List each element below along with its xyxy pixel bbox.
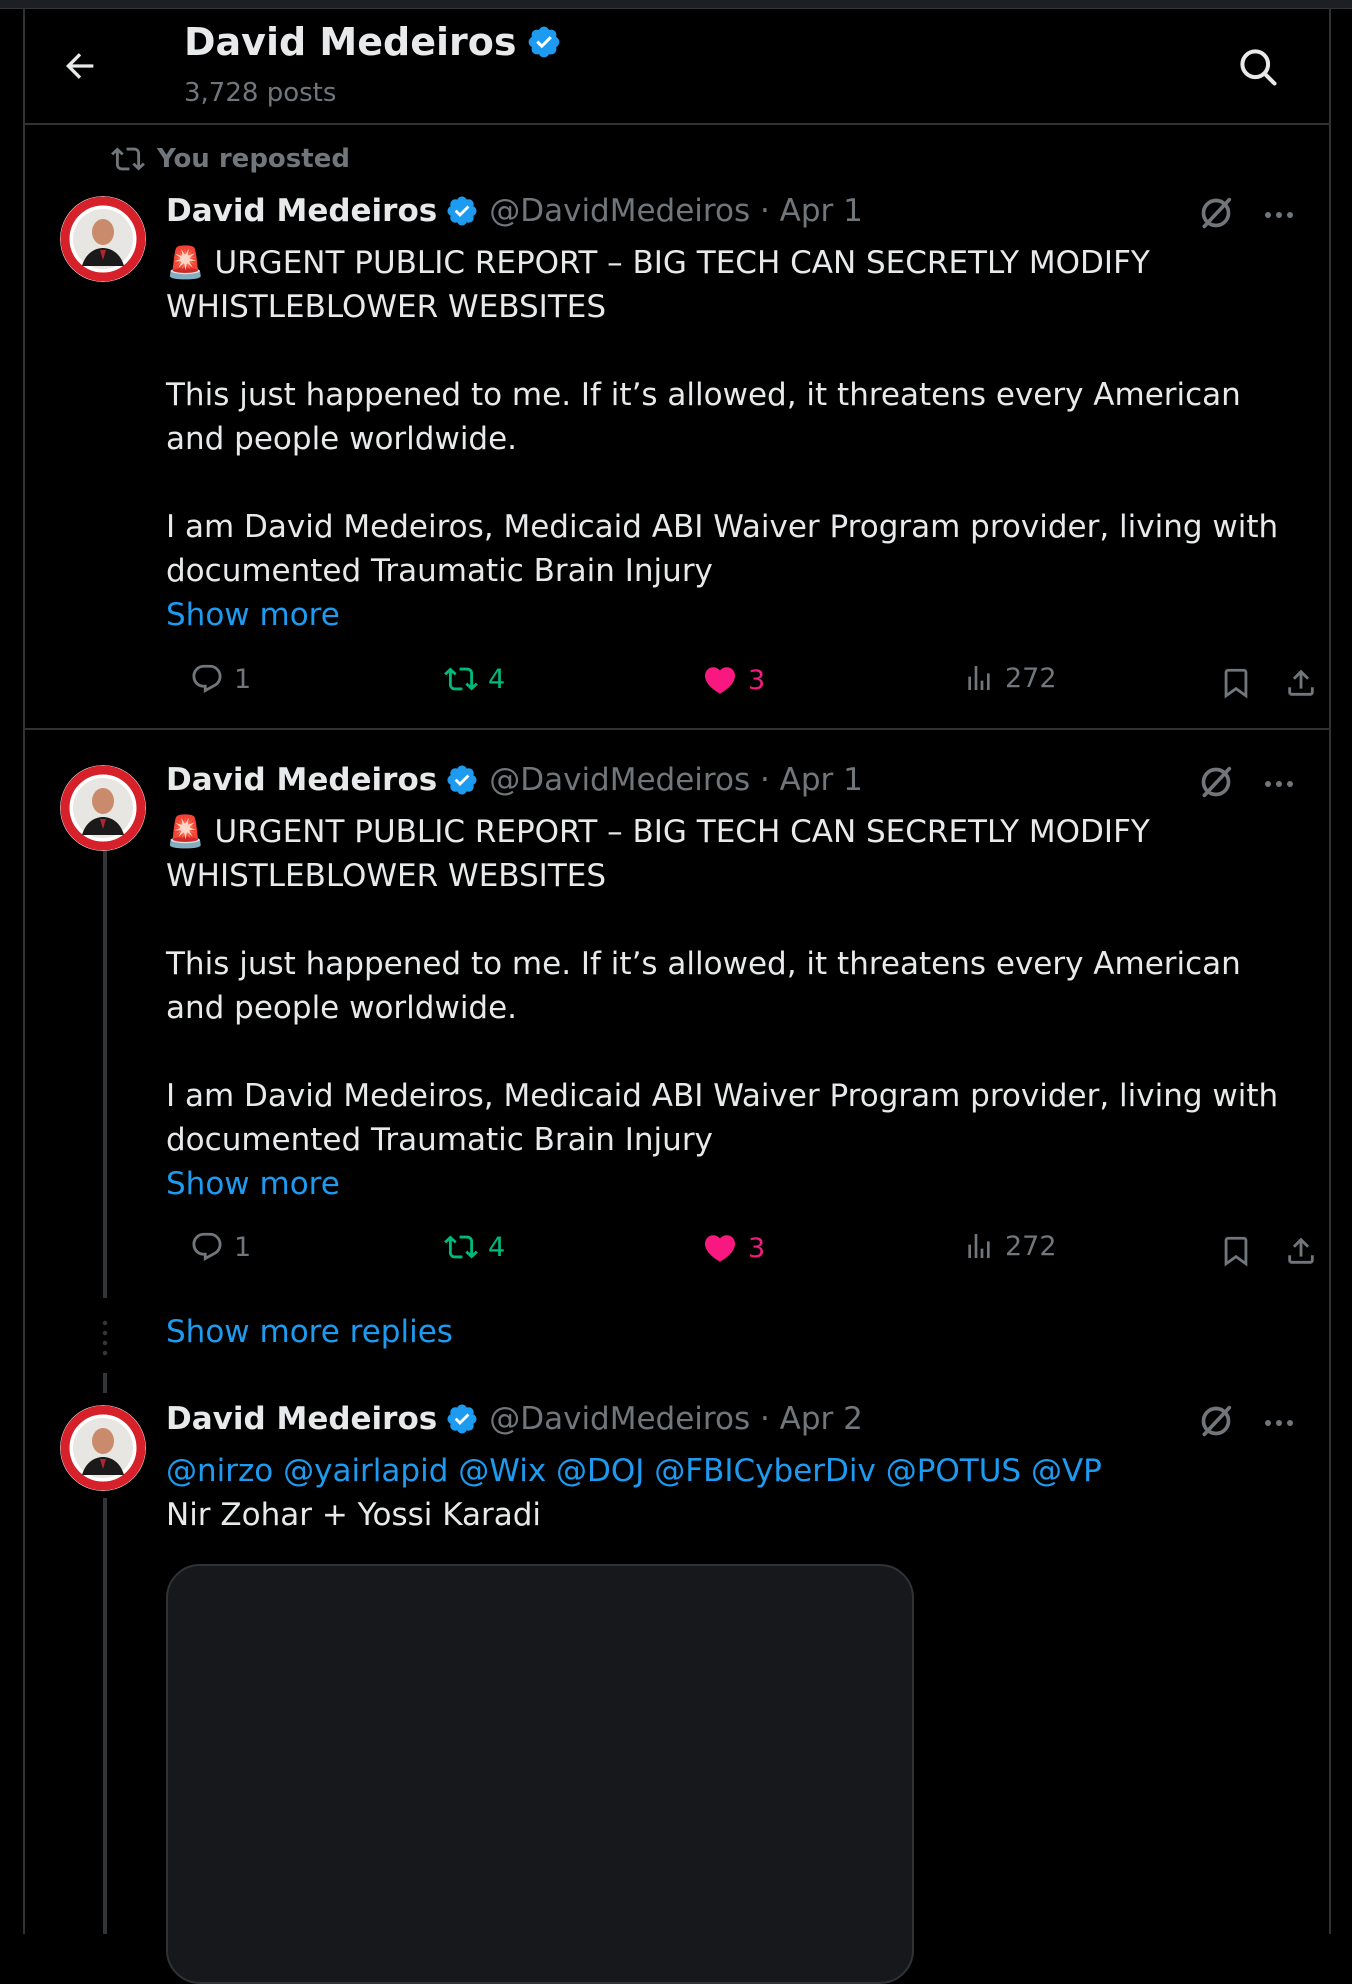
timeline-column: David Medeiros 3,728 posts You reposted xyxy=(23,8,1331,1984)
repost-count: 4 xyxy=(488,663,506,695)
author-name[interactable]: David Medeiros xyxy=(166,762,437,798)
views-count: 272 xyxy=(1005,1230,1057,1262)
avatar-image xyxy=(60,765,146,851)
like-button[interactable]: 3 xyxy=(702,1230,765,1266)
post-paragraph-2: This just happened to me. If it’s allowe… xyxy=(166,946,1241,1026)
more-options-icon[interactable] xyxy=(1259,203,1299,227)
verified-badge-icon xyxy=(529,26,560,58)
post-text: 🚨 URGENT PUBLIC REPORT – BIG TECH CAN SE… xyxy=(166,810,1286,1206)
post-body: Nir Zohar + Yossi Karadi xyxy=(166,1497,542,1533)
profile-title: David Medeiros xyxy=(184,20,562,64)
post-actions: 1 4 3 272 xyxy=(166,662,1314,706)
profile-name: David Medeiros xyxy=(184,20,517,64)
show-more-replies-link[interactable]: Show more replies xyxy=(166,1314,453,1350)
post-text: @nirzo @yairlapid @Wix @DOJ @FBICyberDiv… xyxy=(166,1449,1286,1537)
reply-count: 1 xyxy=(234,1231,252,1263)
author-name[interactable]: David Medeiros xyxy=(166,1401,437,1437)
post-headline-1: 🚨 URGENT PUBLIC REPORT – BIG TECH CAN SE… xyxy=(166,814,1150,850)
post-1[interactable]: David Medeiros @DavidMedeiros · Apr 1 🚨 … xyxy=(25,123,1329,730)
show-more-link[interactable]: Show more xyxy=(166,1162,1286,1206)
share-icon[interactable] xyxy=(1284,666,1318,700)
bookmark-icon[interactable] xyxy=(1219,1234,1253,1268)
post-actions: 1 4 3 272 xyxy=(166,1230,1314,1274)
thread-connector-lower xyxy=(103,1373,107,1393)
grok-icon[interactable] xyxy=(1196,193,1236,233)
avatar-image xyxy=(60,196,146,282)
repost-button[interactable]: 4 xyxy=(444,1230,505,1264)
reply-button[interactable]: 1 xyxy=(190,662,251,696)
more-options-icon[interactable] xyxy=(1259,772,1299,796)
bookmark-icon[interactable] xyxy=(1219,666,1253,700)
repost-count: 4 xyxy=(488,1231,506,1263)
more-options-icon[interactable] xyxy=(1259,1411,1299,1435)
repost-button[interactable]: 4 xyxy=(444,662,505,696)
reply-icon xyxy=(192,1232,222,1261)
post-author-row: David Medeiros @DavidMedeiros · Apr 1 xyxy=(166,762,863,798)
thread-dots xyxy=(102,1318,108,1358)
post-headline-2: WHISTLEBLOWER WEBSITES xyxy=(166,858,607,894)
post-2[interactable]: David Medeiros @DavidMedeiros · Apr 1 🚨 … xyxy=(25,730,1329,1290)
thread-connector-bottom xyxy=(103,1498,107,1934)
reply-icon xyxy=(192,664,222,693)
show-more-link[interactable]: Show more xyxy=(166,593,1286,637)
author-name[interactable]: David Medeiros xyxy=(166,193,437,229)
post-paragraph-3: I am David Medeiros, Medicaid ABI Waiver… xyxy=(166,1078,1279,1158)
search-icon[interactable] xyxy=(1236,45,1280,89)
post-headline-2: WHISTLEBLOWER WEBSITES xyxy=(166,289,607,325)
profile-header: David Medeiros 3,728 posts xyxy=(25,8,1329,125)
verified-badge-icon xyxy=(447,1404,477,1434)
post-paragraph-3: I am David Medeiros, Medicaid ABI Waiver… xyxy=(166,509,1279,589)
avatar[interactable] xyxy=(60,1405,146,1491)
like-count: 3 xyxy=(748,664,766,696)
back-arrow-icon[interactable] xyxy=(60,46,100,86)
share-icon[interactable] xyxy=(1284,1234,1318,1268)
post-author-row: David Medeiros @DavidMedeiros · Apr 1 xyxy=(166,193,863,229)
author-handle-date[interactable]: @DavidMedeiros · Apr 1 xyxy=(489,762,863,798)
grok-icon[interactable] xyxy=(1196,762,1236,802)
repost-icon xyxy=(444,667,478,691)
avatar[interactable] xyxy=(60,765,146,851)
views-button[interactable]: 272 xyxy=(963,1230,1057,1262)
verified-badge-icon xyxy=(447,196,477,226)
heart-icon xyxy=(704,1235,736,1262)
post-media[interactable] xyxy=(166,1564,914,1984)
reply-button[interactable]: 1 xyxy=(190,1230,251,1264)
views-button[interactable]: 272 xyxy=(963,662,1057,694)
author-handle-date[interactable]: @DavidMedeiros · Apr 1 xyxy=(489,193,863,229)
like-count: 3 xyxy=(748,1232,766,1264)
reply-count: 1 xyxy=(234,663,252,695)
post-mentions[interactable]: @nirzo @yairlapid @Wix @DOJ @FBICyberDiv… xyxy=(166,1449,1286,1493)
like-button[interactable]: 3 xyxy=(702,662,765,698)
avatar-image xyxy=(60,1405,146,1491)
post-text: 🚨 URGENT PUBLIC REPORT – BIG TECH CAN SE… xyxy=(166,241,1286,637)
author-handle-date[interactable]: @DavidMedeiros · Apr 2 xyxy=(489,1401,863,1437)
verified-badge-icon xyxy=(447,765,477,795)
post-count: 3,728 posts xyxy=(184,78,337,108)
post-3[interactable]: David Medeiros @DavidMedeiros · Apr 2 @n… xyxy=(25,1393,1329,1984)
post-paragraph-2: This just happened to me. If it’s allowe… xyxy=(166,377,1241,457)
heart-icon xyxy=(704,667,736,694)
views-icon xyxy=(968,1234,990,1258)
avatar[interactable] xyxy=(60,196,146,282)
views-icon xyxy=(968,666,990,690)
post-headline-1: 🚨 URGENT PUBLIC REPORT – BIG TECH CAN SE… xyxy=(166,245,1150,281)
grok-icon[interactable] xyxy=(1196,1401,1236,1441)
post-author-row: David Medeiros @DavidMedeiros · Apr 2 xyxy=(166,1401,863,1437)
views-count: 272 xyxy=(1005,662,1057,694)
repost-icon xyxy=(444,1235,478,1259)
